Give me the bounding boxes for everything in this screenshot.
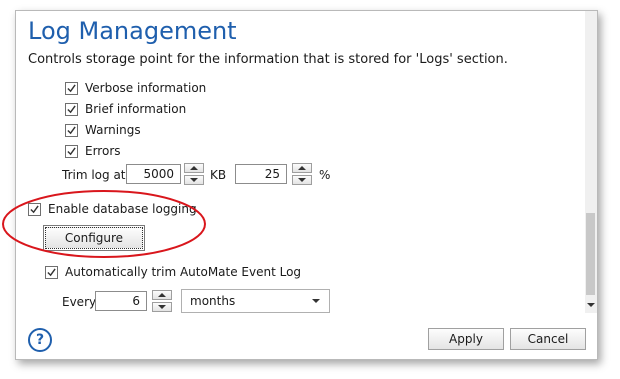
page-subtitle: Controls storage point for the informati…	[28, 52, 508, 67]
trim-size-stepper[interactable]	[184, 163, 204, 185]
trim-percent-decrement[interactable]	[292, 175, 312, 185]
arrow-down-icon	[298, 178, 306, 182]
checkmark-icon	[30, 204, 39, 213]
trim-percent-unit: %	[319, 168, 331, 182]
checkmark-icon	[47, 267, 56, 276]
every-stepper[interactable]	[152, 290, 172, 312]
vertical-scrollbar[interactable]	[585, 11, 597, 313]
scroll-down-arrow-icon[interactable]	[587, 303, 595, 307]
configure-button[interactable]: Configure	[43, 225, 145, 251]
every-increment[interactable]	[152, 290, 172, 300]
brief-information-label: Brief information	[85, 102, 187, 116]
trim-percent-stepper[interactable]	[292, 163, 312, 185]
enable-database-logging-option[interactable]: Enable database logging	[28, 202, 197, 216]
apply-button[interactable]: Apply	[428, 328, 504, 350]
arrow-up-icon	[298, 166, 306, 170]
errors-label: Errors	[85, 144, 121, 158]
cancel-button[interactable]: Cancel	[510, 328, 586, 350]
brief-information-checkbox[interactable]	[65, 102, 78, 116]
trim-percent-input[interactable]: 25	[235, 164, 287, 184]
every-input[interactable]: 6	[95, 291, 147, 311]
verbose-information-checkbox[interactable]	[65, 81, 78, 95]
checkmark-icon	[67, 125, 76, 134]
errors-option[interactable]: Errors	[65, 144, 121, 158]
automatically-trim-label: Automatically trim AutoMate Event Log	[65, 265, 302, 279]
enable-database-logging-checkbox[interactable]	[28, 202, 41, 216]
enable-database-logging-label: Enable database logging	[48, 202, 197, 216]
arrow-up-icon	[158, 293, 166, 297]
brief-information-option[interactable]: Brief information	[65, 102, 186, 116]
trim-percent-increment[interactable]	[292, 163, 312, 173]
arrow-down-icon	[158, 305, 166, 309]
every-label: Every	[62, 295, 97, 309]
checkmark-icon	[67, 83, 76, 92]
every-decrement[interactable]	[152, 302, 172, 312]
trim-size-input[interactable]: 5000	[126, 164, 181, 184]
checkmark-icon	[67, 146, 76, 155]
verbose-information-option[interactable]: Verbose information	[65, 81, 206, 95]
verbose-information-label: Verbose information	[85, 81, 207, 95]
scrollbar-thumb[interactable]	[586, 213, 595, 295]
warnings-option[interactable]: Warnings	[65, 123, 141, 137]
warnings-checkbox[interactable]	[65, 123, 78, 137]
warnings-label: Warnings	[85, 123, 141, 137]
checkmark-icon	[67, 104, 76, 113]
page-title: Log Management	[28, 17, 237, 45]
arrow-down-icon	[190, 178, 198, 182]
automatically-trim-option[interactable]: Automatically trim AutoMate Event Log	[45, 265, 301, 279]
errors-checkbox[interactable]	[65, 144, 78, 158]
help-icon[interactable]: ?	[28, 328, 52, 352]
period-select-value: months	[190, 294, 236, 308]
log-management-dialog: Log Management Controls storage point fo…	[15, 10, 598, 360]
trim-log-label: Trim log at:	[62, 168, 130, 182]
trim-size-decrement[interactable]	[184, 175, 204, 185]
automatically-trim-checkbox[interactable]	[45, 265, 58, 279]
chevron-down-icon	[312, 299, 320, 303]
trim-size-increment[interactable]	[184, 163, 204, 173]
period-select[interactable]: months	[181, 289, 330, 313]
arrow-up-icon	[190, 166, 198, 170]
trim-size-unit: KB	[210, 168, 227, 182]
